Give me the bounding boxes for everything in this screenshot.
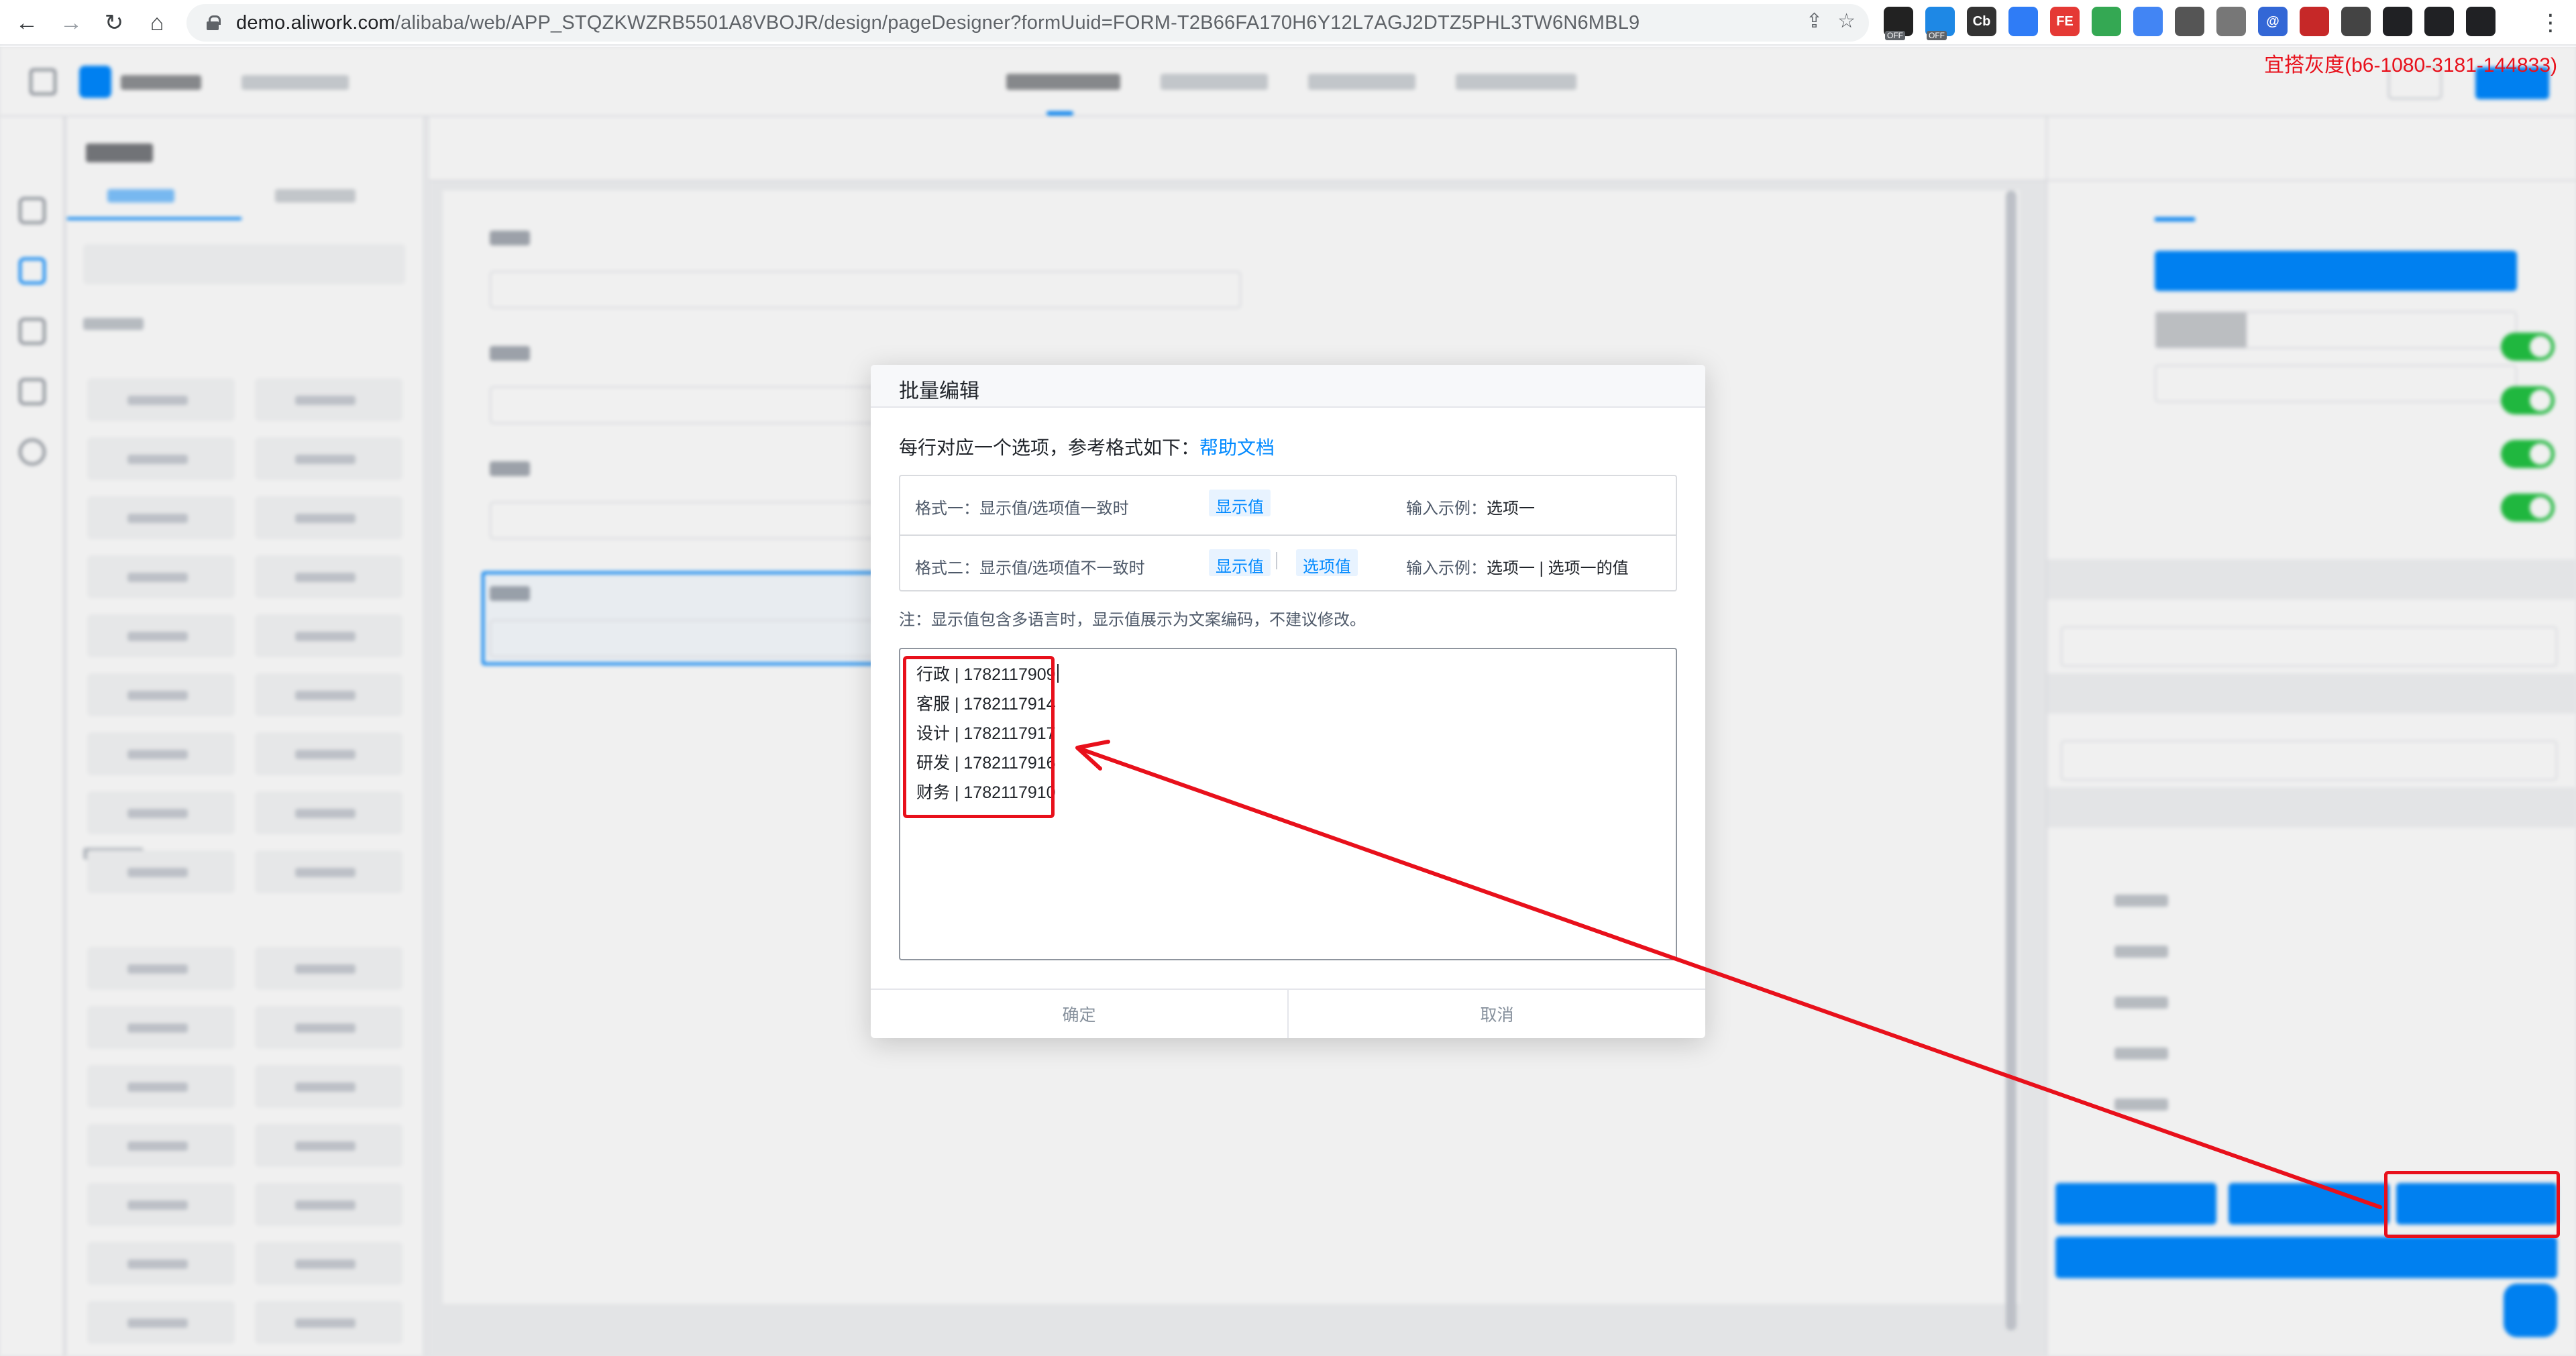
browser-menu-icon[interactable]: ⋮ [2534,7,2567,39]
ext-4-icon[interactable] [2008,7,2038,36]
lock-icon [207,15,221,30]
dialog-intro: 每行对应一个选项，参考格式如下：帮助文档 [899,433,1275,460]
address-bar[interactable]: demo.aliwork.com/alibaba/web/APP_STQZKWZ… [186,4,1869,42]
ext-3-icon[interactable]: Cb [1967,7,1996,36]
batch-edit-button-highlight-box [2384,1171,2560,1238]
dialog-footer: 确定 取消 [871,988,1705,1038]
ext-6-icon[interactable] [2092,7,2121,36]
share-icon[interactable]: ⇪ [1806,9,1823,33]
ext-12-icon[interactable] [2341,7,2371,36]
intro-text: 每行对应一个选项，参考格式如下： [899,437,1200,458]
url-host: demo.aliwork.com [236,11,395,34]
format-2-example: 输入示例：选项一 | 选项一的值 [1406,555,1629,578]
format-2-tag-value: 选项值 [1296,549,1358,576]
tag-separator [1276,552,1277,569]
format-1-tag-display: 显示值 [1209,490,1271,516]
back-icon[interactable]: ← [11,7,43,39]
url-path: /alibaba/web/APP_STQZKWZRB5501A8VBOJR/de… [394,11,1640,34]
ext-14-icon[interactable] [2424,7,2454,36]
ext-9-icon[interactable] [2216,7,2246,36]
ext-8-icon[interactable] [2175,7,2204,36]
format-2-desc: 格式二：显示值/选项值不一致时 [915,559,1145,577]
reload-icon[interactable]: ↻ [98,7,130,39]
ext-10-icon[interactable]: @ [2258,7,2288,36]
format-1-desc: 格式一：显示值/选项值一致时 [915,500,1129,518]
format-1-example: 输入示例：选项一 [1406,495,1535,518]
extensions-bar: OFF OFF Cb FE @ [1884,7,2496,40]
textarea-highlight-box [903,656,1055,818]
off-badge: OFF [1927,31,1947,40]
confirm-button[interactable]: 确定 [871,990,1287,1038]
browser-toolbar: ← → ↻ ⌂ demo.aliwork.com/alibaba/web/APP… [0,0,2576,46]
format-row-2: 格式二：显示值/选项值不一致时 显示值 选项值 输入示例：选项一 | 选项一的值 [900,534,1676,591]
format-1-example-label: 输入示例： [1406,500,1487,518]
off-badge: OFF [1885,31,1905,40]
ext-2-icon[interactable]: OFF [1925,7,1955,40]
format-2-example-label: 输入示例： [1406,559,1487,577]
ext-11-icon[interactable] [2300,7,2329,36]
format-table: 格式一：显示值/选项值一致时 显示值 输入示例：选项一 格式二：显示值/选项值不… [899,475,1677,591]
format-2-tag-display: 显示值 [1209,549,1271,576]
ext-13-icon[interactable] [2383,7,2412,36]
help-doc-link[interactable]: 帮助文档 [1199,437,1275,458]
home-icon[interactable]: ⌂ [141,7,173,39]
format-1-example-value: 选项一 [1487,500,1535,518]
bookmark-star-icon[interactable]: ☆ [1837,9,1856,33]
forward-icon[interactable]: → [55,7,87,39]
ext-15-icon[interactable] [2466,7,2496,36]
text-caret [1057,664,1059,683]
ext-7-icon[interactable] [2133,7,2163,36]
ext-5-icon[interactable]: FE [2050,7,2080,36]
environment-badge: 宜搭灰度(b6-1080-3181-144833) [2264,54,2557,76]
dialog-title: 批量编辑 [871,365,1705,408]
multilang-note: 注：显示值包含多语言时，显示值展示为文案编码，不建议修改。 [899,611,1366,629]
ext-1-icon[interactable]: OFF [1884,7,1913,40]
format-row-1: 格式一：显示值/选项值一致时 显示值 输入示例：选项一 [900,476,1676,533]
cancel-button[interactable]: 取消 [1287,990,1705,1038]
url-text: demo.aliwork.com/alibaba/web/APP_STQZKWZ… [236,12,1640,34]
format-2-example-value: 选项一 | 选项一的值 [1487,559,1629,577]
